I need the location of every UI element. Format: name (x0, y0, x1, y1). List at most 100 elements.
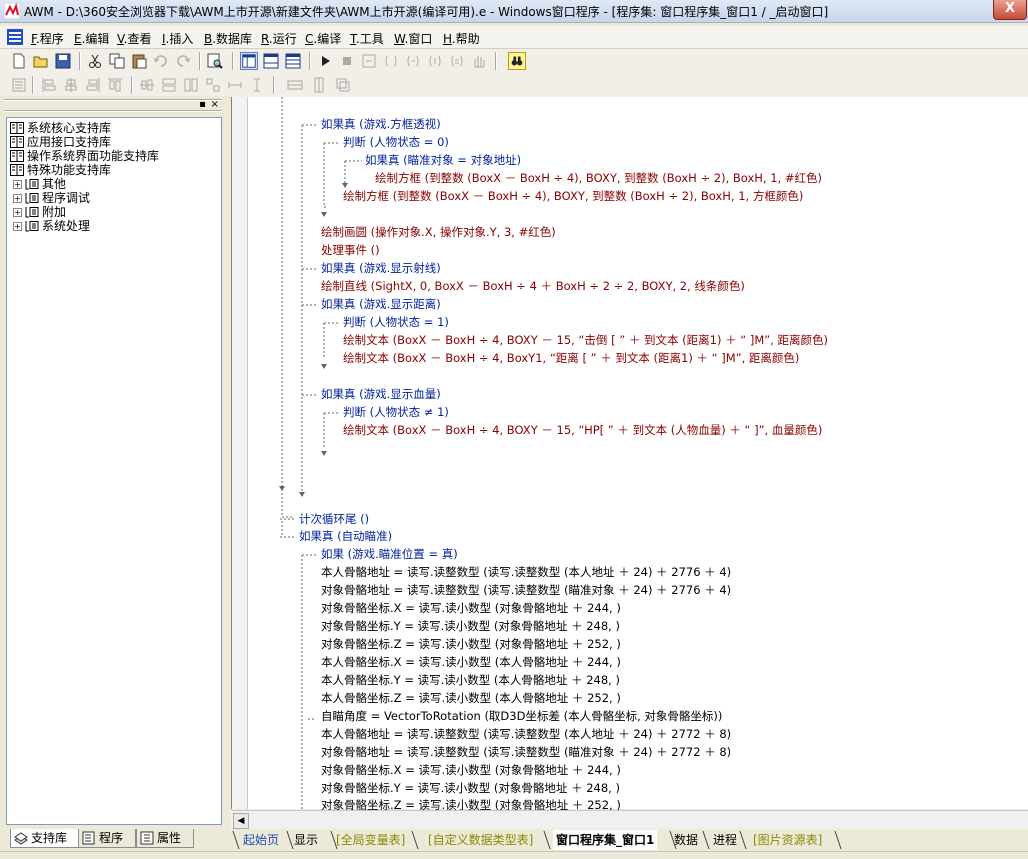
code-line[interactable]: 判断 (人物状态 = 0) (343, 134, 449, 150)
code-line[interactable]: 绘制文本 (BoxX － BoxH ÷ 4, BOXY － 15, “HP[ ”… (343, 422, 822, 438)
code-line[interactable]: 如果真 (游戏.显示血量) (321, 386, 441, 402)
find-icon[interactable] (206, 52, 224, 70)
code-line[interactable]: 处理事件 () (321, 242, 380, 258)
tab-process[interactable]: 进程 (713, 830, 737, 850)
expand-icon[interactable]: + (13, 194, 22, 203)
code-line[interactable]: 对象骨骼地址 = 读写.读整数型 (读写.读整数型 (瞄准对象 ＋ 24) ＋ … (321, 744, 731, 760)
code-line[interactable]: 如果 (游戏.瞄准位置 = 真) (321, 546, 458, 562)
code-line[interactable]: 如果真 (自动瞄准) (299, 528, 392, 544)
step-over-icon[interactable] (382, 52, 400, 70)
code-line[interactable]: 本人骨骼坐标.X = 读写.读小数型 (本人骨骼地址 ＋ 244, ) (321, 654, 621, 670)
space-icon[interactable] (226, 76, 244, 94)
align-right-icon[interactable] (84, 76, 102, 94)
bring-front-icon[interactable] (334, 76, 352, 94)
code-line[interactable]: 如果真 (游戏.显示距离) (321, 296, 441, 312)
binoculars-icon[interactable] (508, 52, 526, 70)
panel-grip[interactable] (4, 99, 222, 112)
tab-properties[interactable]: 属性 (136, 829, 194, 848)
tree-item-ui-library[interactable]: 操作系统界面功能支持库 (10, 149, 159, 163)
menu-insert[interactable]: I.插入 (162, 30, 193, 47)
tab-data[interactable]: 数据 (674, 830, 698, 850)
step-into-icon[interactable] (360, 52, 378, 70)
code-line[interactable]: 判断 (人物状态 = 1) (343, 314, 449, 330)
code-line[interactable]: 绘制文本 (BoxX － BoxH ÷ 4, BoxY1, “距离 [ ” ＋ … (343, 350, 799, 366)
undo-icon[interactable] (152, 52, 170, 70)
align-left-icon[interactable] (40, 76, 58, 94)
close-window-button[interactable]: X (993, 0, 1027, 20)
menu-program[interactable]: F.程序 (31, 30, 64, 47)
expand-icon[interactable]: + (13, 180, 22, 189)
tree-item-debug[interactable]: + 程序调试 (13, 191, 90, 205)
center-vertical-icon[interactable] (310, 76, 328, 94)
hand-icon[interactable] (470, 52, 488, 70)
tree-item-system[interactable]: + 系统处理 (13, 219, 90, 233)
jump-icon[interactable] (448, 52, 466, 70)
tab-program[interactable]: 程序 (78, 829, 136, 848)
tab-start-page[interactable]: 起始页 (243, 830, 279, 850)
tab-custom-types[interactable]: [自定义数据类型表] (428, 830, 533, 850)
tab-global-variables[interactable]: [全局变量表] (336, 830, 405, 850)
step-cursor-icon[interactable] (426, 52, 444, 70)
step-out-icon[interactable] (404, 52, 422, 70)
align-middle-icon[interactable] (138, 76, 156, 94)
layout-3-icon[interactable] (284, 52, 302, 70)
layout-1-icon[interactable] (240, 52, 258, 70)
new-file-icon[interactable] (10, 52, 28, 70)
code-line[interactable]: 自瞄角度 = VectorToRotation (取D3D坐标差 (本人骨骼坐标… (321, 708, 722, 724)
cut-icon[interactable] (86, 52, 104, 70)
open-folder-icon[interactable] (32, 52, 50, 70)
copy-icon[interactable] (108, 52, 126, 70)
code-line[interactable]: 对象骨骼坐标.X = 读写.读小数型 (对象骨骼地址 ＋ 244, ) (321, 762, 621, 778)
code-line[interactable]: 对象骨骼坐标.Y = 读写.读小数型 (对象骨骼地址 ＋ 248, ) (321, 780, 620, 796)
panel-close-button[interactable]: × (210, 100, 219, 110)
menu-database[interactable]: B.数据库 (204, 30, 252, 47)
same-size-icon[interactable] (204, 76, 222, 94)
tree-item-api-library[interactable]: 应用接口支持库 (10, 135, 111, 149)
code-line[interactable]: 本人骨骼地址 = 读写.读整数型 (读写.读整数型 (本人地址 ＋ 24) ＋ … (321, 726, 731, 742)
align-center-icon[interactable] (62, 76, 80, 94)
code-line[interactable]: 对象骨骼坐标.Z = 读写.读小数型 (对象骨骼地址 ＋ 252, ) (321, 636, 621, 652)
menu-compile[interactable]: C.编译 (305, 30, 341, 47)
menu-edit[interactable]: E.编辑 (74, 30, 109, 47)
expand-icon[interactable]: + (13, 222, 22, 231)
layout-2-icon[interactable] (262, 52, 280, 70)
horizontal-scrollbar[interactable]: ◀ (231, 810, 1028, 829)
run-icon[interactable] (316, 52, 334, 70)
tree-item-special-library[interactable]: 特殊功能支持库 (10, 163, 111, 177)
code-line[interactable]: 对象骨骼地址 = 读写.读整数型 (读写.读整数型 (瞄准对象 ＋ 24) ＋ … (321, 582, 731, 598)
code-line[interactable]: 绘制方框 (到整数 (BoxX － BoxH ÷ 4), BOXY, 到整数 (… (375, 170, 822, 186)
expand-icon[interactable]: + (13, 208, 22, 217)
panel-pin-button[interactable]: ▪ (198, 100, 207, 110)
menu-view[interactable]: V.查看 (117, 30, 152, 47)
save-icon[interactable] (54, 52, 72, 70)
same-height-icon[interactable] (182, 76, 200, 94)
same-width-icon[interactable] (160, 76, 178, 94)
tab-support-library[interactable]: 支持库 (10, 829, 80, 848)
tree-item-addon[interactable]: + 附加 (13, 205, 66, 219)
code-line[interactable]: 对象骨骼坐标.X = 读写.读小数型 (对象骨骼地址 ＋ 244, ) (321, 600, 621, 616)
center-horizontal-icon[interactable] (286, 76, 304, 94)
stop-icon[interactable] (338, 52, 356, 70)
code-line[interactable]: 如果真 (瞄准对象 = 对象地址) (365, 152, 521, 168)
code-line[interactable]: 本人骨骼坐标.Z = 读写.读小数型 (本人骨骼地址 ＋ 252, ) (321, 690, 621, 706)
menu-tools[interactable]: T.工具 (350, 30, 384, 47)
code-line[interactable]: 绘制直线 (SightX, 0, BoxX － BoxH ÷ 4 ＋ BoxH … (321, 278, 745, 294)
menu-help[interactable]: H.帮助 (443, 30, 480, 47)
menu-run[interactable]: R.运行 (261, 30, 297, 47)
form-icon[interactable] (10, 76, 28, 94)
tree-item-core-library[interactable]: 系统核心支持库 (10, 121, 111, 135)
code-line[interactable]: 如果真 (游戏.方框透视) (321, 116, 441, 132)
scroll-left-icon[interactable]: ◀ (233, 813, 249, 829)
code-line[interactable]: 绘制方框 (到整数 (BoxX － BoxH ÷ 4), BOXY, 到整数 (… (343, 188, 803, 204)
code-line[interactable]: 本人骨骼坐标.Y = 读写.读小数型 (本人骨骼地址 ＋ 248, ) (321, 672, 620, 688)
code-line[interactable]: 判断 (人物状态 ≠ 1) (343, 404, 449, 420)
tree-item-other[interactable]: + 其他 (13, 177, 66, 191)
code-line[interactable]: 绘制文本 (BoxX － BoxH ÷ 4, BOXY － 15, “击倒 [ … (343, 332, 828, 348)
tab-display[interactable]: 显示 (294, 830, 318, 850)
tab-image-resources[interactable]: [图片资源表] (753, 830, 822, 850)
space-vert-icon[interactable] (248, 76, 266, 94)
code-line[interactable]: 如果真 (游戏.显示射线) (321, 260, 441, 276)
code-line[interactable]: 对象骨骼坐标.Y = 读写.读小数型 (对象骨骼地址 ＋ 248, ) (321, 618, 620, 634)
paste-icon[interactable] (130, 52, 148, 70)
code-editor[interactable]: 如果真 (游戏.方框透视) 判断 (人物状态 = 0) 如果真 (瞄准对象 = … (231, 97, 1028, 812)
